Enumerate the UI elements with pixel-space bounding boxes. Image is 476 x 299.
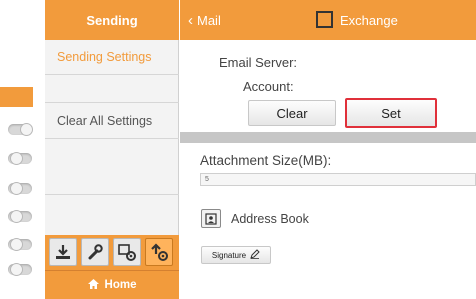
section-divider xyxy=(180,132,476,143)
address-book-label[interactable]: Address Book xyxy=(231,212,309,226)
home-icon xyxy=(87,278,99,292)
sidebar-item-empty[interactable] xyxy=(45,75,179,103)
toggle-knob xyxy=(10,238,23,251)
settings-sidebar: Sending Sending Settings Clear All Setti… xyxy=(45,0,179,299)
sidebar-item-clear-all-settings[interactable]: Clear All Settings xyxy=(45,103,179,139)
main-header: ‹ Mail Exchange xyxy=(180,0,476,40)
toggle-switch[interactable] xyxy=(8,238,32,251)
sidebar-item-label: Sending Settings xyxy=(57,50,152,64)
toggle-knob xyxy=(10,210,23,223)
attachment-size-input[interactable]: 5 xyxy=(200,173,476,186)
set-button[interactable]: Set xyxy=(345,98,437,128)
toggle-switch[interactable] xyxy=(8,123,33,136)
wrench-icon[interactable] xyxy=(81,238,109,266)
sidebar-item-empty[interactable] xyxy=(45,139,179,195)
left-panel-header-bar xyxy=(0,87,33,107)
exchange-label: Exchange xyxy=(340,12,398,28)
settings-gear-icon[interactable] xyxy=(113,238,141,266)
sidebar-title: Sending xyxy=(45,0,179,40)
home-button[interactable]: Home xyxy=(45,270,179,299)
toggle-knob xyxy=(10,182,23,195)
email-server-label: Email Server: xyxy=(219,55,298,70)
download-icon[interactable] xyxy=(49,238,77,266)
chevron-left-icon: ‹ xyxy=(188,11,193,29)
back-button[interactable]: ‹ Mail xyxy=(188,0,221,40)
signature-label: Signature xyxy=(211,250,247,260)
toggle-switch[interactable] xyxy=(8,210,32,223)
toggle-knob xyxy=(10,152,23,165)
attachment-size-label: Attachment Size(MB): xyxy=(200,153,332,168)
upload-settings-icon[interactable] xyxy=(145,238,173,266)
sidebar-toolbar xyxy=(45,235,179,270)
toggle-knob xyxy=(20,123,33,136)
home-label: Home xyxy=(104,279,137,291)
clear-button[interactable]: Clear xyxy=(248,100,336,126)
back-label: Mail xyxy=(197,12,221,28)
signature-button[interactable]: Signature xyxy=(201,246,271,264)
address-book-icon[interactable] xyxy=(201,209,221,228)
sidebar-item-empty[interactable] xyxy=(45,195,179,235)
account-label: Account: xyxy=(243,79,294,94)
sidebar-item-label: Clear All Settings xyxy=(57,113,153,128)
pencil-icon xyxy=(250,249,260,261)
toggle-switch[interactable] xyxy=(8,263,32,276)
toggle-switch[interactable] xyxy=(8,152,32,165)
toggle-switch[interactable] xyxy=(8,182,32,195)
toggle-knob xyxy=(10,263,23,276)
sidebar-item-sending-settings[interactable]: Sending Settings xyxy=(45,40,179,75)
exchange-checkbox[interactable] xyxy=(316,11,333,28)
